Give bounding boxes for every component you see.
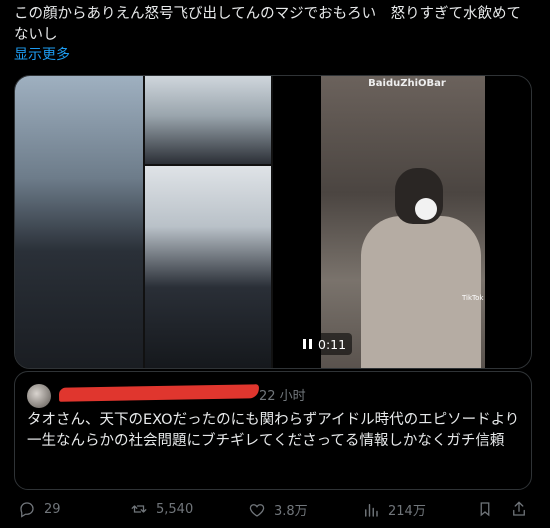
share-icon [513, 501, 525, 516]
heart-icon [249, 503, 265, 517]
video-watermark: BaiduZhiOBar [368, 78, 446, 89]
quote-text: タオさん、天下のEXOだったのにも関わらずアイドル時代のエピソードより一生なんら… [27, 412, 520, 449]
bookmark-button[interactable] [476, 500, 494, 518]
video-cup [415, 198, 437, 220]
avatar[interactable] [27, 384, 51, 408]
quote-timestamp: 22 小时 [259, 389, 306, 404]
like-button[interactable]: 3.8万 [248, 500, 308, 519]
post-text: この顔からありえん怒号飞び出してんのマジでおもろい 怒りすぎて水飲めてないし [14, 6, 522, 43]
photo-top-right[interactable] [145, 76, 271, 164]
quoted-post[interactable]: 22 小时 タオさん、天下のEXOだったのにも関わらずアイドル時代のエピソードよ… [14, 371, 532, 490]
photo-bottom-right[interactable] [145, 166, 271, 368]
video-time-pill[interactable]: 0:11 [297, 333, 353, 355]
like-count: 3.8万 [274, 504, 308, 519]
reply-button[interactable]: 29 [18, 500, 61, 518]
media-grid[interactable]: BaiduZhiOBar TikTok 0:11 [14, 75, 532, 369]
bookmark-icon [480, 502, 490, 517]
share-button[interactable] [510, 500, 528, 518]
video-figure-body [361, 216, 481, 368]
tiktok-label: TikTok [462, 294, 484, 302]
views-count: 214万 [388, 504, 426, 519]
video-player[interactable]: BaiduZhiOBar TikTok 0:11 [273, 76, 531, 368]
action-bar: 29 5,540 3.8万 214万 [0, 500, 550, 524]
video-frame [321, 76, 485, 368]
video-time: 0:11 [318, 336, 347, 352]
repost-icon [131, 505, 147, 513]
views-icon [365, 503, 378, 517]
repost-button[interactable]: 5,540 [130, 500, 193, 518]
pause-icon[interactable] [303, 339, 312, 349]
show-more-link[interactable]: 显示更多 [14, 44, 70, 64]
repost-count: 5,540 [156, 501, 194, 517]
photo-left[interactable] [15, 76, 143, 368]
redacted-username [58, 384, 260, 402]
views-button[interactable]: 214万 [362, 500, 426, 519]
reply-icon [20, 502, 34, 518]
reply-count: 29 [44, 501, 61, 517]
